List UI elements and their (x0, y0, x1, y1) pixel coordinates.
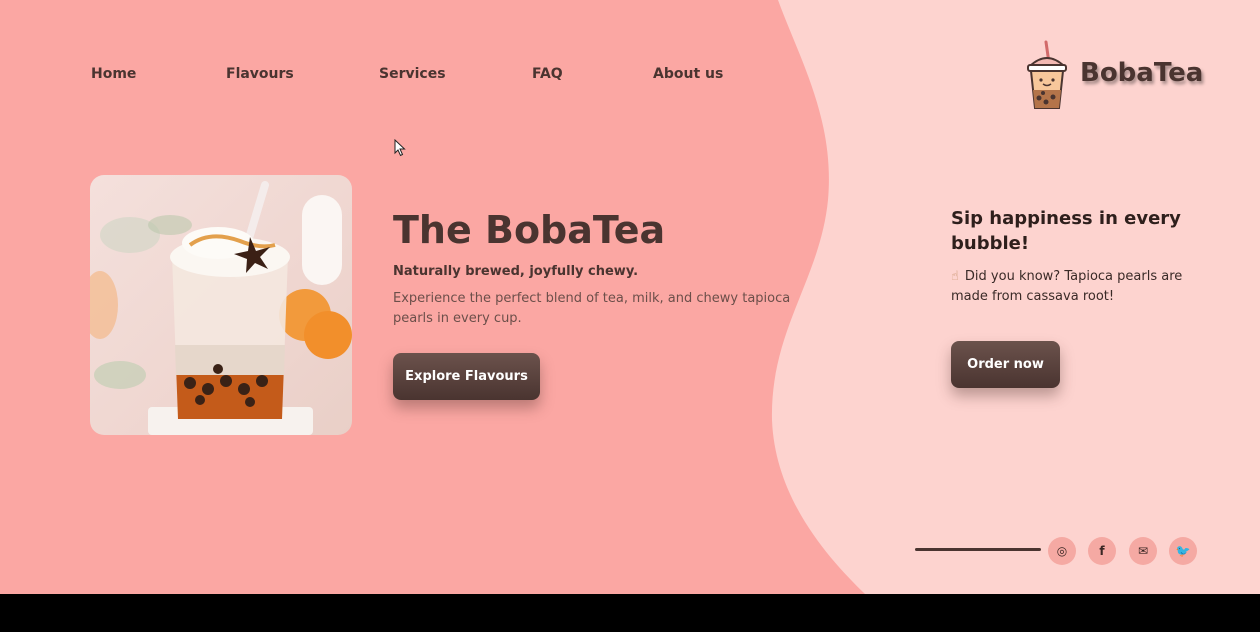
explore-flavours-button[interactable]: Explore Flavours (393, 353, 540, 400)
nav-flavours[interactable]: Flavours (226, 66, 294, 82)
social-divider (915, 548, 1041, 551)
fun-fact-text: Did you know? Tapioca pearls are made fr… (951, 269, 1183, 304)
boba-cup-icon[interactable] (1024, 40, 1070, 112)
nav-about-us[interactable]: About us (653, 66, 723, 82)
fun-fact: ☝ Did you know? Tapioca pearls are made f… (951, 267, 1211, 307)
pointing-hand-icon: ☝ (951, 269, 959, 284)
twitter-icon[interactable]: 🐦 (1169, 537, 1197, 565)
hero-tagline: Naturally brewed, joyfully chewy. (393, 264, 639, 279)
nav-services[interactable]: Services (379, 66, 446, 82)
facebook-icon[interactable]: f (1088, 537, 1116, 565)
bubble-tea-photo (90, 175, 352, 435)
bottom-black-bar (0, 594, 1260, 632)
instagram-icon[interactable]: ◎ (1048, 537, 1076, 565)
hero-title: The BobaTea (393, 208, 666, 252)
side-heading: Sip happiness in every bubble! (951, 208, 1181, 254)
mouse-cursor-icon (394, 139, 406, 157)
hero-description: Experience the perfect blend of tea, mil… (393, 291, 791, 326)
landing-page: Home Flavours Services FAQ About us Boba… (0, 0, 1260, 594)
nav-home[interactable]: Home (91, 66, 136, 82)
nav-faq[interactable]: FAQ (532, 66, 563, 82)
email-icon[interactable]: ✉ (1129, 537, 1157, 565)
brand-name[interactable]: BobaTea (1080, 58, 1203, 88)
order-now-button[interactable]: Order now (951, 341, 1060, 388)
